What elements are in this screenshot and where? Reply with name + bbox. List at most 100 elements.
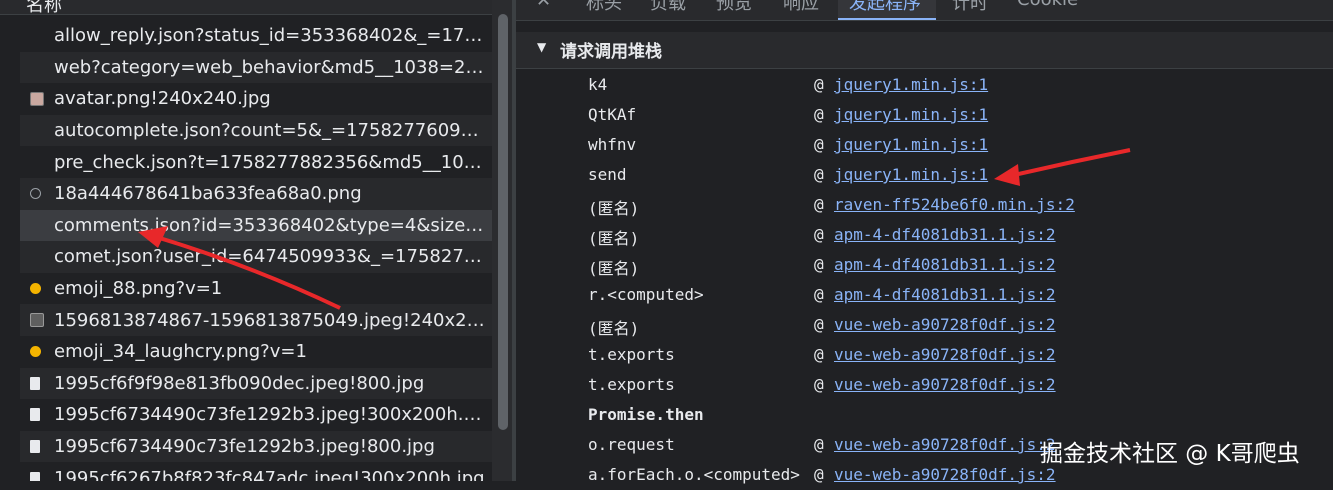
source-location-link[interactable]: apm-4-df4081db31.1.js:2 (834, 255, 1056, 274)
at-symbol: @ (814, 225, 824, 244)
details-tabs: ✕ 标头 负载 预览 响应 发起程序 计时 Cookie (516, 0, 1333, 21)
function-name: t.exports (588, 375, 675, 394)
function-name: QtKAf (588, 105, 637, 124)
request-row[interactable]: 1995cf6267b8f823fc847adc.jpeg!300x200h.j… (20, 462, 492, 481)
request-row[interactable]: autocomplete.json?count=5&_=175827760980… (20, 114, 492, 147)
request-row[interactable]: avatar.png!240x240.jpg (20, 83, 492, 115)
function-name: (匿名) (588, 259, 640, 278)
source-location-link[interactable]: vue-web-a90728f0df.js:2 (834, 465, 1056, 484)
collapse-triangle-icon[interactable]: ▼ (537, 40, 546, 54)
request-row[interactable]: 1995cf6734490c73fe1292b3.jpeg!300x200h.j… (20, 399, 492, 431)
request-name: 18a444678641ba633fea68a0.png (54, 183, 362, 205)
source-location-link[interactable]: jquery1.min.js:1 (834, 75, 988, 94)
function-name: send (588, 165, 627, 184)
request-row[interactable]: 18a444678641ba633fea68a0.png (20, 177, 492, 210)
request-row[interactable]: emoji_34_laughcry.png?v=1 (20, 335, 492, 368)
stack-frame: (匿名) @ apm-4-df4081db31.1.js:2 (516, 220, 1333, 250)
stack-frame: (匿名) @ apm-4-df4081db31.1.js:2 (516, 250, 1333, 280)
stack-frame: whfnv @ jquery1.min.js:1 (516, 130, 1333, 160)
at-symbol: @ (814, 255, 824, 274)
function-name: k4 (588, 75, 608, 94)
tab-initiator[interactable]: 发起程序 (849, 0, 921, 15)
at-symbol: @ (814, 75, 824, 94)
request-name: 1995cf6f9f98e813fb090dec.jpeg!800.jpg (54, 372, 425, 394)
request-row[interactable]: 1995cf6734490c73fe1292b3.jpeg!800.jpg (20, 430, 492, 463)
name-column-header[interactable]: 名称 (0, 0, 492, 15)
call-stack-section-header[interactable]: ▼ 请求调用堆栈 (516, 32, 1333, 69)
request-row[interactable]: 1596813874867-1596813875049.jpeg!240x240… (20, 304, 492, 336)
call-stack-list: k4 @ jquery1.min.js:1 QtKAf @ jquery1.min.js:… (516, 70, 1333, 490)
request-name: autocomplete.json?count=5&_=175827760980… (54, 120, 486, 142)
source-location-link[interactable]: vue-web-a90728f0df.js:2 (834, 375, 1056, 394)
stack-frame: t.exports @ vue-web-a90728f0df.js:2 (516, 340, 1333, 370)
close-icon[interactable]: ✕ (536, 0, 551, 11)
function-name: (匿名) (588, 319, 640, 338)
stack-frame: (匿名) @ vue-web-a90728f0df.js:2 (516, 310, 1333, 340)
request-name: web?category=web_behavior&md5__1038=281.… (54, 56, 486, 78)
active-tab-underline (838, 18, 936, 20)
function-name: (匿名) (588, 229, 640, 248)
request-row[interactable]: pre_check.json?t=1758277882356&md5__1038… (20, 146, 492, 178)
at-symbol: @ (814, 195, 824, 214)
source-location-link[interactable]: apm-4-df4081db31.1.js:2 (834, 225, 1056, 244)
at-symbol: @ (814, 465, 824, 484)
request-row[interactable]: emoji_88.png?v=1 (20, 272, 492, 305)
function-name: (匿名) (588, 199, 640, 218)
at-symbol: @ (814, 135, 824, 154)
tab-response[interactable]: 响应 (783, 0, 819, 15)
tab-payload[interactable]: 负载 (650, 0, 686, 15)
at-symbol: @ (814, 345, 824, 364)
stack-frame: send @ jquery1.min.js:1 (516, 160, 1333, 190)
stack-frame: t.exports @ vue-web-a90728f0df.js:2 (516, 370, 1333, 400)
request-row[interactable]: web?category=web_behavior&md5__1038=281.… (20, 51, 492, 84)
source-location-link[interactable]: jquery1.min.js:1 (834, 135, 988, 154)
info-circle-icon (30, 188, 41, 200)
request-row[interactable]: 1995cf6f9f98e813fb090dec.jpeg!800.jpg (20, 367, 492, 400)
source-location-link[interactable]: jquery1.min.js:1 (834, 165, 988, 184)
request-name: 1596813874867-1596813875049.jpeg!240x240… (54, 309, 486, 331)
stack-frame: k4 @ jquery1.min.js:1 (516, 70, 1333, 100)
source-location-link[interactable]: vue-web-a90728f0df.js:2 (834, 435, 1056, 454)
details-panel: ✕ 标头 负载 预览 响应 发起程序 计时 Cookie ▼ 请求调用堆栈 k4… (516, 0, 1333, 484)
request-name: comet.json?user_id=6474509933&_=17582776… (54, 246, 486, 268)
request-name: comments.json?id=353368402&type=4&size=2… (54, 214, 486, 236)
at-symbol: @ (814, 105, 824, 124)
tab-preview[interactable]: 预览 (716, 0, 752, 15)
at-symbol: @ (814, 315, 824, 334)
request-name: avatar.png!240x240.jpg (54, 88, 271, 110)
tab-timing[interactable]: 计时 (952, 0, 988, 15)
emoji-icon (30, 283, 41, 295)
function-name: t.exports (588, 345, 675, 364)
avatar-thumb-icon (30, 91, 44, 106)
at-symbol: @ (814, 165, 824, 184)
request-name: emoji_34_laughcry.png?v=1 (54, 341, 307, 363)
source-location-link[interactable]: raven-ff524be6f0.min.js:2 (834, 195, 1075, 214)
source-location-link[interactable]: vue-web-a90728f0df.js:2 (834, 345, 1056, 364)
stack-frame: r.<computed> @ apm-4-df4081db31.1.js:2 (516, 280, 1333, 310)
at-symbol: @ (814, 435, 824, 454)
document-icon (30, 376, 40, 390)
call-stack-title: 请求调用堆栈 (560, 42, 662, 62)
stack-frame: (匿名) @ raven-ff524be6f0.min.js:2 (516, 190, 1333, 220)
async-boundary-label: Promise.then (588, 405, 704, 424)
emoji-icon (30, 346, 41, 358)
request-name: emoji_88.png?v=1 (54, 278, 223, 300)
tab-headers[interactable]: 标头 (586, 0, 622, 15)
function-name: r.<computed> (588, 285, 704, 304)
stack-frame: Promise.then (516, 400, 1333, 430)
request-row[interactable]: comet.json?user_id=6474509933&_=17582776… (20, 241, 492, 273)
request-name: 1995cf6734490c73fe1292b3.jpeg!300x200h.j… (54, 404, 486, 426)
request-row[interactable]: comments.json?id=353368402&type=4&size=2… (20, 209, 492, 242)
source-location-link[interactable]: apm-4-df4081db31.1.js:2 (834, 285, 1056, 304)
request-list-scrollbar-thumb[interactable] (498, 14, 508, 430)
source-location-link[interactable]: jquery1.min.js:1 (834, 105, 988, 124)
name-column-label: 名称 (26, 0, 62, 15)
source-location-link[interactable]: vue-web-a90728f0df.js:2 (834, 315, 1056, 334)
document-icon (30, 440, 40, 454)
tab-cookie[interactable]: Cookie (1017, 0, 1078, 10)
at-symbol: @ (814, 285, 824, 304)
request-list-panel: 名称 allow_reply.json?status_id=353368402&… (0, 0, 492, 481)
function-name: whfnv (588, 135, 637, 154)
request-row[interactable]: allow_reply.json?status_id=353368402&_=1… (20, 20, 492, 52)
function-name: a.forEach.o.<computed> (588, 465, 800, 484)
